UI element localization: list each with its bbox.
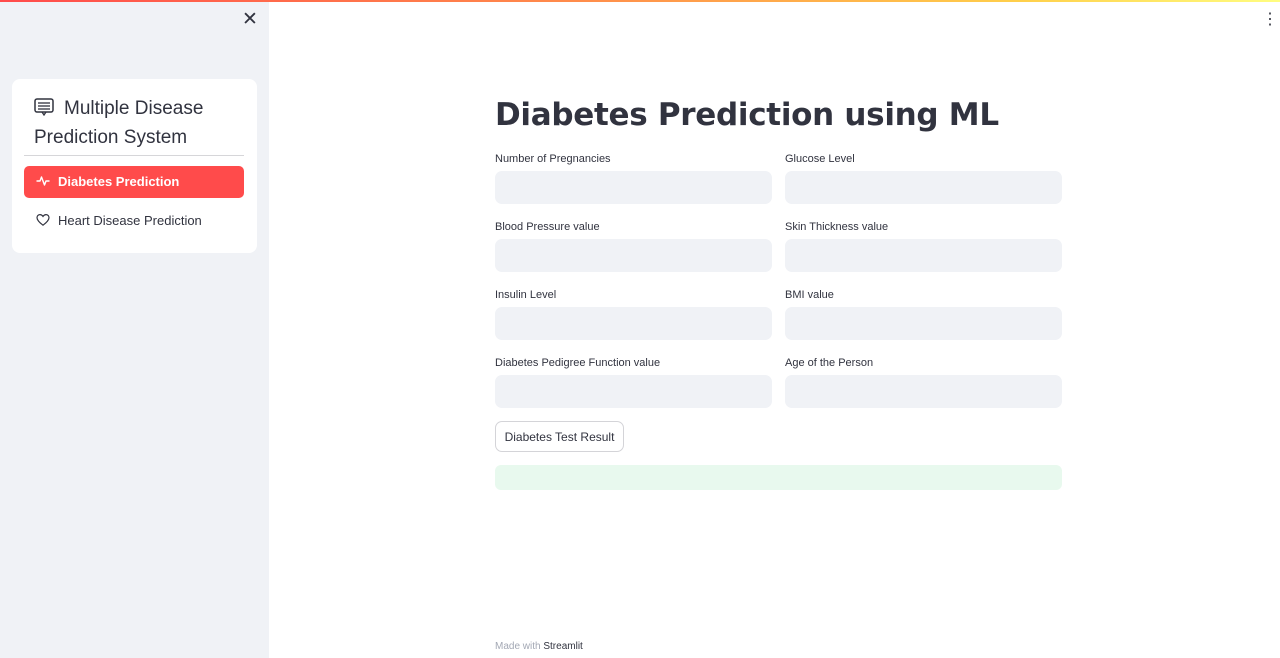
menu-title: Multiple Disease Prediction System (34, 94, 249, 152)
close-icon[interactable]: ✕ (240, 10, 260, 30)
menu-item-label: Diabetes Prediction (58, 174, 180, 189)
insulin-input[interactable] (495, 307, 772, 340)
age-label: Age of the Person (785, 357, 874, 369)
age-input[interactable] (785, 375, 1062, 408)
page-title: Diabetes Prediction using ML (495, 97, 999, 133)
activity-icon (36, 176, 50, 186)
bmi-input[interactable] (785, 307, 1062, 340)
pregnancies-input[interactable] (495, 171, 772, 204)
option-menu: Multiple Disease Prediction System Diabe… (12, 79, 257, 253)
menu-item-label: Heart Disease Prediction (58, 213, 202, 228)
footer: Made with Streamlit (495, 641, 583, 653)
diabetes-test-result-button[interactable]: Diabetes Test Result (495, 421, 624, 452)
pedigree-label: Diabetes Pedigree Function value (495, 357, 661, 369)
header-decoration-bar (0, 0, 1280, 2)
heart-icon (36, 213, 50, 226)
pregnancies-label: Number of Pregnancies (495, 153, 611, 165)
glucose-input[interactable] (785, 171, 1062, 204)
footer-prefix: Made with (495, 641, 541, 652)
menu-title-text: Multiple Disease Prediction System (34, 98, 204, 148)
insulin-label: Insulin Level (495, 289, 557, 301)
menu-app-icon (34, 98, 54, 116)
streamlit-link[interactable]: Streamlit (543, 641, 582, 652)
skin-thickness-input[interactable] (785, 239, 1062, 272)
glucose-label: Glucose Level (785, 153, 855, 165)
result-success-box (495, 465, 1062, 490)
pedigree-input[interactable] (495, 375, 772, 408)
menu-divider (24, 155, 244, 156)
menu-item-diabetes-prediction[interactable]: Diabetes Prediction (24, 166, 244, 198)
bmi-label: BMI value (785, 289, 834, 301)
blood-pressure-label: Blood Pressure value (495, 221, 600, 233)
skin-thickness-label: Skin Thickness value (785, 221, 889, 233)
kebab-menu-icon[interactable]: ⋮ (1262, 10, 1278, 30)
menu-item-heart-disease-prediction[interactable]: Heart Disease Prediction (24, 205, 244, 237)
sidebar: ✕ Multiple Disease Prediction System Dia… (0, 0, 269, 658)
blood-pressure-input[interactable] (495, 239, 772, 272)
